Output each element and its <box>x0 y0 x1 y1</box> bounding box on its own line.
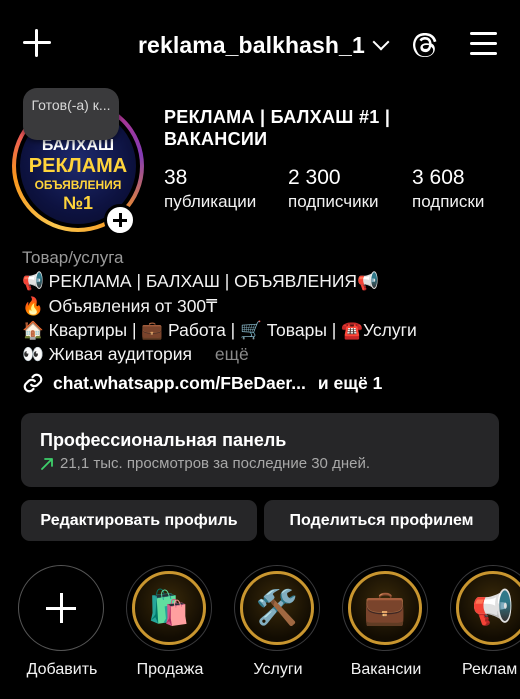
hamburger-menu-icon[interactable] <box>470 32 497 56</box>
note-text: Готов(-а) к... <box>31 97 111 113</box>
bio-more-button[interactable]: ещё <box>215 344 249 364</box>
create-plus-icon[interactable] <box>22 28 52 58</box>
highlight-ads[interactable]: 📢 Реклам <box>450 565 520 679</box>
link-icon <box>23 373 43 393</box>
highlight-label: Вакансии <box>350 661 422 678</box>
profile-name: РЕКЛАМА | БАЛХАШ #1 | ВАКАНСИИ <box>164 107 391 149</box>
dashboard-title: Профессиональная панель <box>40 430 287 450</box>
highlight-label: Услуги <box>253 661 303 678</box>
avatar-text-line: ОБЪЯВЛЕНИЯ <box>34 178 122 192</box>
avatar-text-line: №1 <box>62 193 94 213</box>
highlight-add[interactable]: Добавить <box>18 565 106 679</box>
highlight-services[interactable]: 🛠️ Услуги <box>234 565 322 679</box>
bio-line: 📢 РЕКЛАМА | БАЛХАШ | ОБЪЯВЛЕНИЯ📢 <box>22 271 379 291</box>
username: reklama_balkhash_1 <box>138 31 365 58</box>
share-profile-button[interactable]: Поделиться профилем <box>264 500 499 541</box>
top-bar: reklama_balkhash_1 <box>0 0 520 90</box>
edit-profile-button[interactable]: Редактировать профиль <box>21 500 257 541</box>
chevron-down-icon <box>372 33 390 51</box>
highlight-sales[interactable]: 🛍️ Продажа <box>126 565 214 679</box>
plus-icon <box>46 593 76 623</box>
trend-up-arrow-icon <box>41 457 53 470</box>
megaphone-icon: 📢 <box>456 571 520 645</box>
briefcase-icon: 💼 <box>348 571 422 645</box>
stat-followers[interactable]: 2 300 подписчики <box>288 166 379 214</box>
bio-line-text: 👀 Живая аудитория <box>22 344 192 364</box>
professional-dashboard[interactable]: Профессиональная панель 21,1 тыс. просмо… <box>21 413 499 487</box>
threads-icon[interactable] <box>410 29 440 61</box>
stat-value: 2 300 <box>288 166 341 189</box>
stat-label: подписки <box>412 192 485 211</box>
stat-label: публикации <box>164 192 257 211</box>
tools-icon: 🛠️ <box>240 571 314 645</box>
stat-value: 3 608 <box>412 166 465 189</box>
dashboard-subtitle: 21,1 тыс. просмотров за последние 30 дне… <box>60 455 370 472</box>
bio-line-last: 👀 Живая аудитория ещё <box>22 344 249 365</box>
link-more-button[interactable]: и ещё 1 <box>318 373 382 394</box>
category-label: Товар/услуга <box>22 248 124 267</box>
highlight-label: Добавить <box>26 661 98 678</box>
add-story-icon[interactable] <box>104 204 136 236</box>
stat-posts[interactable]: 38 публикации <box>164 166 256 214</box>
dashboard-subtitle-row: 21,1 тыс. просмотров за последние 30 дне… <box>40 455 370 472</box>
stat-value: 38 <box>164 166 188 189</box>
highlight-label: Продажа <box>136 661 204 678</box>
link-url[interactable]: chat.whatsapp.com/FBeDaer... <box>53 373 306 394</box>
avatar-text-line: РЕКЛАМА <box>28 155 128 177</box>
account-switcher[interactable]: reklama_balkhash_1 <box>138 30 390 60</box>
stat-following[interactable]: 3 608 подписки <box>412 166 484 214</box>
stat-label: подписчики <box>288 192 379 211</box>
note-bubble[interactable]: Готов(-а) к... <box>23 88 119 140</box>
highlight-label: Реклам <box>462 661 518 678</box>
highlight-vacancies[interactable]: 💼 Вакансии <box>342 565 430 679</box>
shopping-bags-icon: 🛍️ <box>132 571 206 645</box>
bio-line: 🔥 Объявления от 300₸ <box>22 296 218 316</box>
bio-line: 🏠 Квартиры | 💼 Работа | 🛒 Товары | ☎️Усл… <box>22 320 417 340</box>
bio-link[interactable]: chat.whatsapp.com/FBeDaer... и ещё 1 <box>22 372 382 394</box>
